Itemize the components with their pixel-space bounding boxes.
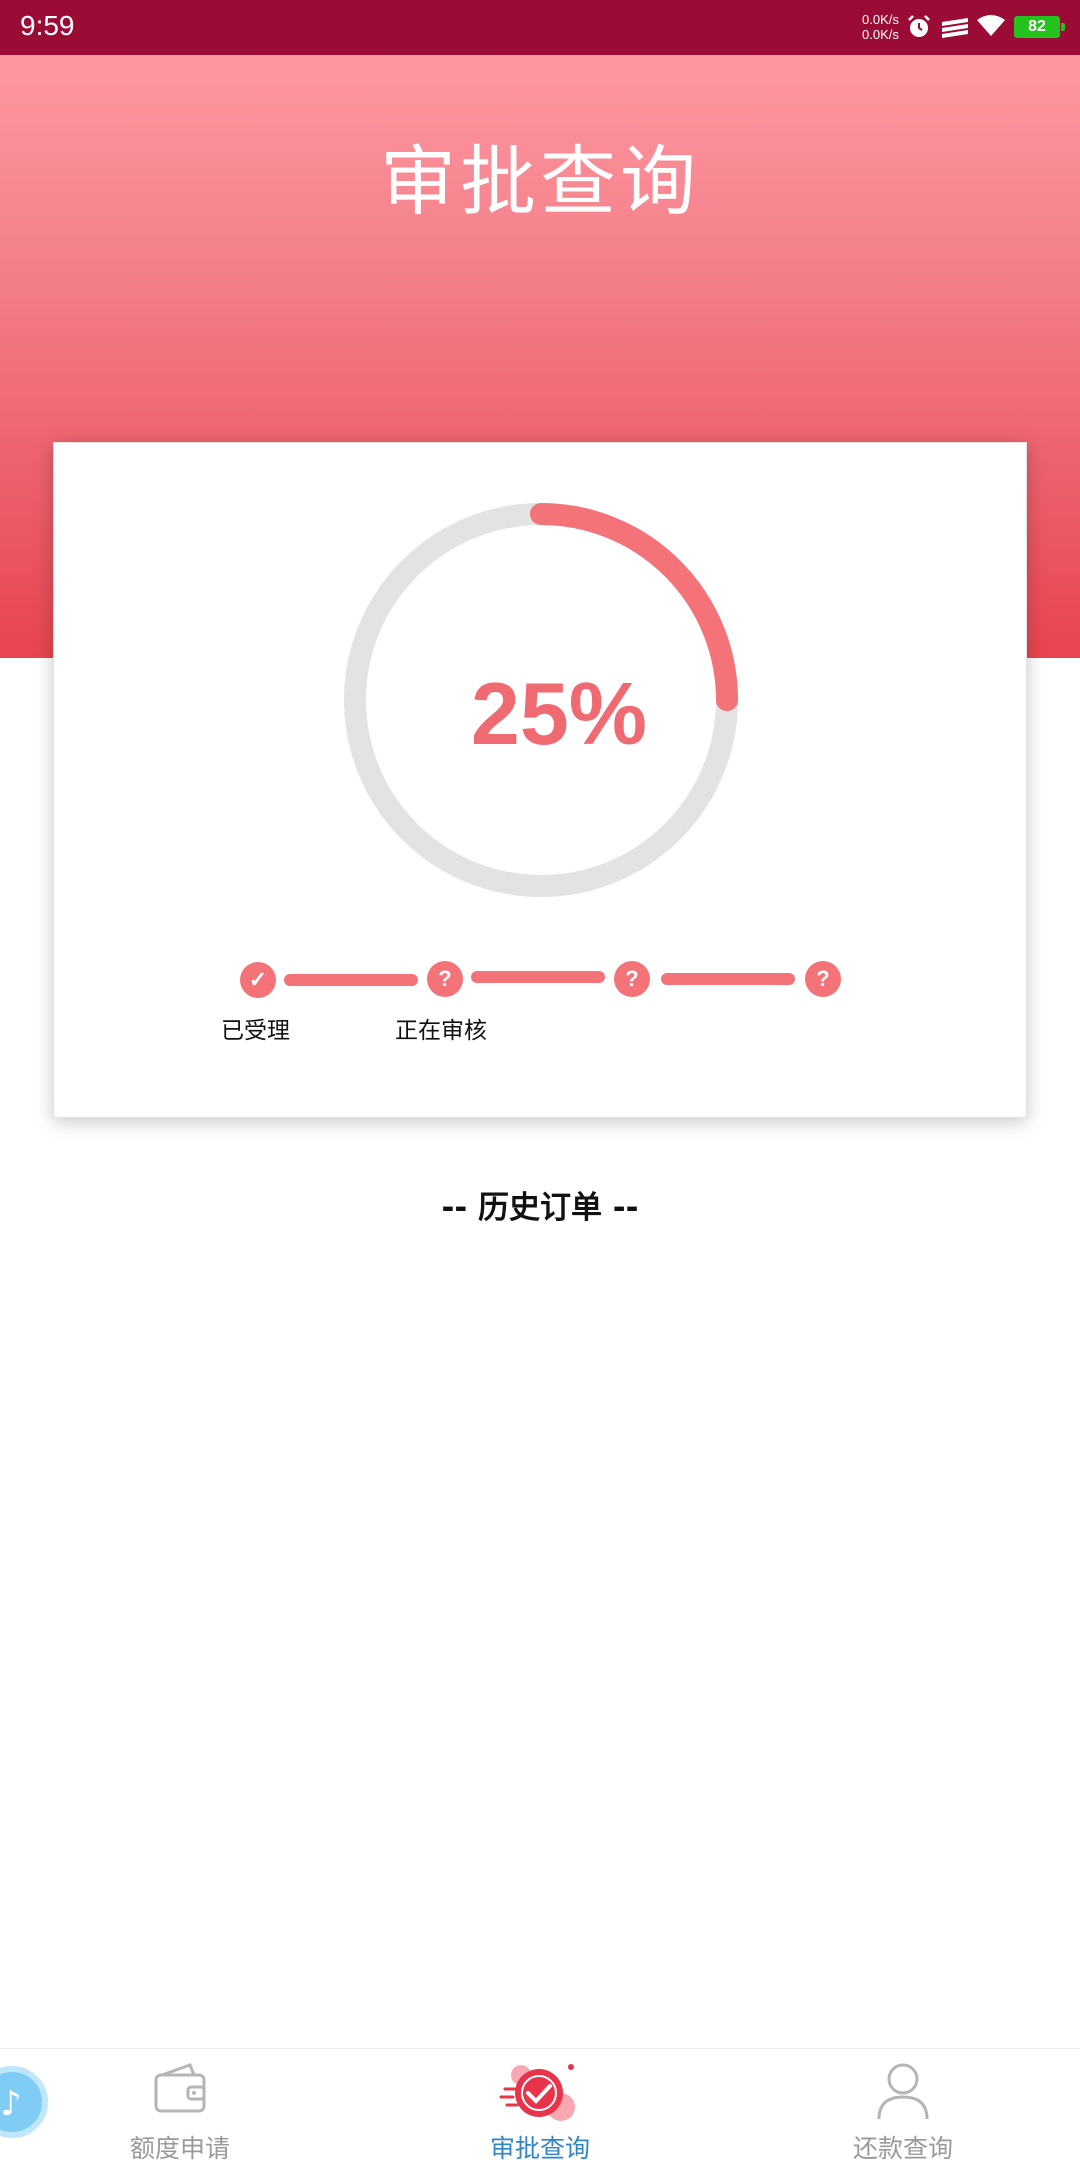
step-1-check-icon: ✓ [240,962,276,998]
bottom-nav: 额度申请 审批查询 还款查询 [0,2048,1080,2160]
step-connector [471,971,605,983]
step-3-question-icon: ? [614,961,650,997]
step-4-question-icon: ? [805,961,841,997]
nav-label-quota-apply: 额度申请 [129,2134,230,2160]
step-connector [284,974,418,986]
approval-progress-card: 25% ✓ ? ? ? 已受理 正在审核 [53,442,1027,1118]
nav-item-repayment-query[interactable]: 还款查询 [803,2049,1003,2160]
step-indicator: ✓ ? ? ? 已受理 正在审核 [54,443,1028,1119]
net-up-speed: 0.0K/s [862,12,899,27]
network-speed: 0.0K/s 0.0K/s [862,12,906,42]
app-screen: 9:59 0.0K/s 0.0K/s 82 审批查询 25% ✓ ? ? ? 已… [0,0,1080,2160]
nav-label-approval-query: 审批查询 [489,2134,590,2160]
history-orders-title: -- 历史订单 -- [441,1190,639,1226]
signal-icon [942,18,968,38]
step-1-label: 已受理 [221,1018,290,1044]
nav-label-repayment-query: 还款查询 [852,2134,953,2160]
battery-indicator: 82 [1014,16,1065,38]
nav-item-approval-query[interactable]: 审批查询 [440,2049,640,2160]
wifi-icon [977,15,1005,36]
page-title: 审批查询 [380,137,700,226]
nav-item-quota-apply[interactable]: 额度申请 [80,2049,280,2160]
music-note-icon: ♪ [0,2084,22,2124]
approval-check-icon [499,2064,575,2121]
wallet-icon [154,2063,206,2113]
alarm-icon [908,15,930,37]
status-time: 9:59 [20,10,75,41]
step-2-label: 正在审核 [395,1018,487,1044]
status-bar: 9:59 0.0K/s 0.0K/s 82 [0,0,1080,55]
step-connector [661,973,795,985]
net-down-speed: 0.0K/s [862,27,899,42]
user-icon [877,2063,929,2120]
step-2-question-icon: ? [427,961,463,997]
